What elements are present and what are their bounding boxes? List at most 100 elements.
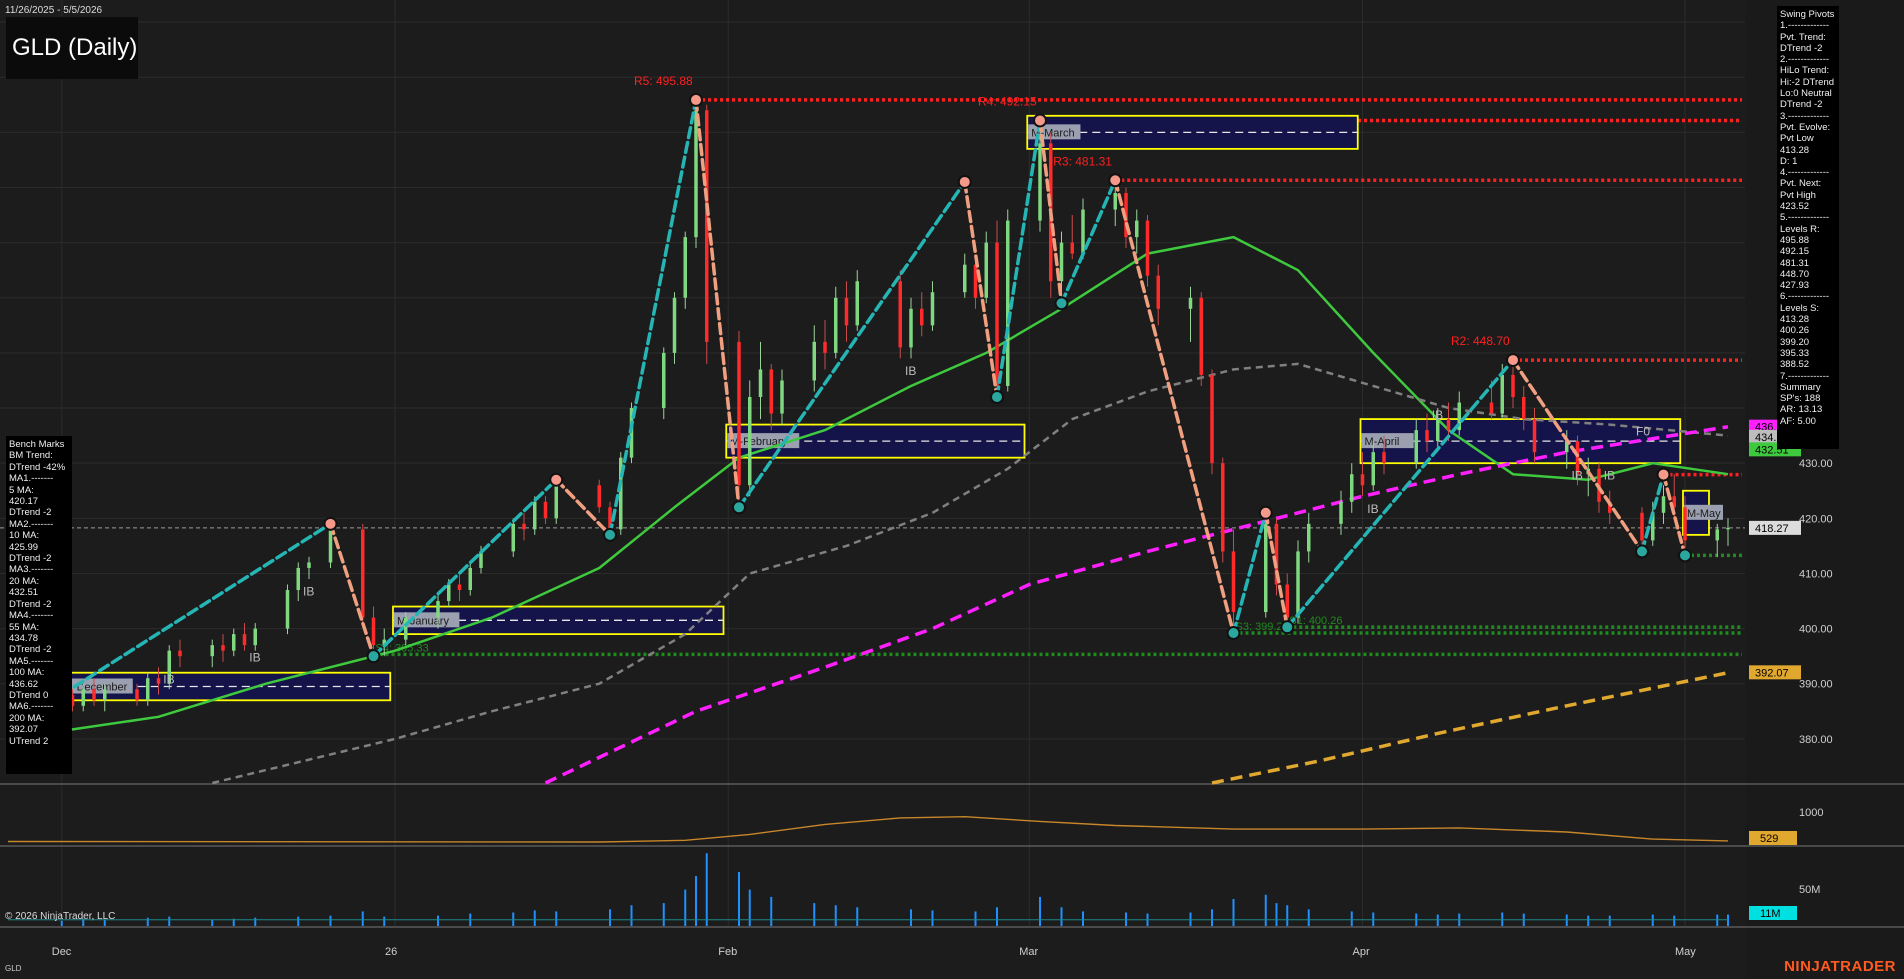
candle-body	[92, 689, 96, 701]
brand-logo: NINJATRADER	[1784, 958, 1896, 975]
benchmarks-line: MA5.-------	[9, 655, 54, 667]
candle-body	[1511, 374, 1515, 398]
swing-pivots-line: 492.15	[1780, 246, 1810, 258]
candle-body	[1350, 474, 1354, 502]
candle-body	[920, 308, 924, 326]
candle-body	[1264, 523, 1268, 613]
candle-body	[1135, 220, 1139, 238]
benchmarks-panel: Bench Marks BM Trend: DTrend -42% MA1.-----…	[6, 436, 72, 774]
swing-pivots-line: Pvt. Trend:	[1780, 31, 1826, 43]
swing-pivots-line: 400.26	[1780, 325, 1810, 337]
candle-body	[812, 341, 816, 381]
benchmarks-line: BM Trend:	[9, 450, 53, 462]
candle-body	[898, 281, 902, 348]
benchmarks-line: 420.17	[9, 496, 39, 508]
swing-pivots-line: SP's: 188	[1780, 393, 1821, 405]
candle-body	[253, 628, 257, 646]
candle-body	[1360, 474, 1365, 486]
candle-body	[1661, 496, 1666, 513]
candle	[1221, 457, 1225, 563]
candle-body	[178, 650, 182, 657]
x-tick-label: Feb	[718, 946, 737, 958]
candle-body	[844, 297, 849, 326]
benchmarks-line: 425.99	[9, 541, 39, 553]
swing-pivots-line: DTrend -2	[1780, 42, 1823, 54]
candle-body	[511, 523, 515, 552]
volume-tick-label: 50M	[1799, 884, 1820, 896]
swing-pivots-line: Levels S:	[1780, 302, 1820, 314]
y-tick-label: 390.00	[1799, 679, 1833, 691]
swing-pivots-line: 1.-------------	[1780, 20, 1830, 32]
candle	[533, 496, 537, 535]
swing-pivots-line: 5.-------------	[1780, 212, 1830, 224]
swing-pivots-line: DTrend -2	[1780, 99, 1823, 111]
swing-pivots-line: 399.20	[1780, 336, 1810, 348]
swing-pivots-line: Pvt. Next:	[1780, 178, 1822, 190]
bar-annotation: IB	[1367, 502, 1378, 516]
x-tick-label: Dec	[52, 946, 72, 958]
price-label: 418.27	[1755, 523, 1789, 535]
benchmarks-line: MA6.-------	[9, 701, 54, 713]
benchmarks-line: MA4.-------	[9, 610, 54, 622]
bar-annotation: IB	[1572, 469, 1583, 483]
swing-pivots-line: 7.-------------	[1780, 370, 1830, 382]
bar-annotation: IB	[1432, 408, 1443, 422]
swing-pivots-line: D: 1	[1780, 155, 1798, 167]
candle-body	[285, 590, 290, 629]
pivot-marker	[732, 500, 746, 515]
candle-body	[135, 689, 139, 701]
pivot-marker	[1678, 548, 1692, 563]
candle-body	[328, 529, 333, 563]
bar-annotation: IB	[905, 364, 916, 378]
candle-body	[1371, 452, 1375, 486]
benchmarks-line: DTrend -2	[9, 553, 52, 565]
pivot-marker	[603, 527, 617, 542]
candle-body	[156, 678, 161, 684]
pivot-marker	[1258, 505, 1273, 520]
candle-body	[597, 485, 601, 508]
candle-body	[909, 308, 913, 348]
x-tick-label: Mar	[1019, 946, 1038, 958]
candle-body	[1414, 430, 1418, 464]
swing-pivots-line: Hi:-2 DTrend	[1780, 76, 1835, 88]
candle-body	[1425, 430, 1429, 442]
candle-body	[662, 352, 666, 409]
pivot-marker	[1656, 467, 1671, 482]
pivot-marker	[1635, 544, 1649, 559]
benchmarks-line: MA3.-------	[9, 564, 54, 576]
pivot-marker	[549, 472, 564, 487]
indicator-tick-label: 1000	[1799, 807, 1823, 819]
pivot-marker	[689, 92, 703, 107]
benchmarks-line: 434.78	[9, 632, 39, 644]
candle	[361, 523, 365, 624]
candle-body	[769, 369, 773, 414]
candle-body	[554, 485, 558, 519]
candle-body	[146, 678, 150, 701]
price-label: 392.07	[1755, 667, 1789, 679]
candle-body	[1188, 297, 1193, 309]
benchmarks-line: 392.07	[9, 724, 39, 736]
pivot-marker	[1054, 296, 1069, 311]
date-range: 11/26/2025 - 5/5/2026	[5, 5, 103, 16]
swing-pivots-line: Pvt Low	[1780, 133, 1814, 145]
candle-body	[1006, 220, 1010, 386]
candle-body	[81, 689, 85, 706]
candle	[748, 380, 752, 497]
candle-body	[834, 297, 838, 353]
candle-body	[1339, 501, 1343, 524]
swing-pivots-line: 4.-------------	[1780, 167, 1830, 179]
pivot-marker	[1226, 626, 1241, 641]
pivot-marker	[323, 516, 338, 531]
candle-body	[1038, 143, 1042, 221]
benchmarks-line: 20 MA:	[9, 575, 40, 587]
swing-pivots-line: Levels R:	[1780, 223, 1820, 235]
candle	[619, 452, 623, 535]
benchmarks-line: 10 MA:	[9, 530, 40, 542]
candle-body	[404, 617, 408, 640]
background	[0, 0, 1904, 979]
pivot-marker	[1280, 620, 1295, 635]
benchmarks-line: MA1.-------	[9, 473, 54, 485]
candle-body	[371, 617, 376, 646]
candle-body	[1296, 551, 1300, 618]
candle-body	[1307, 523, 1311, 552]
